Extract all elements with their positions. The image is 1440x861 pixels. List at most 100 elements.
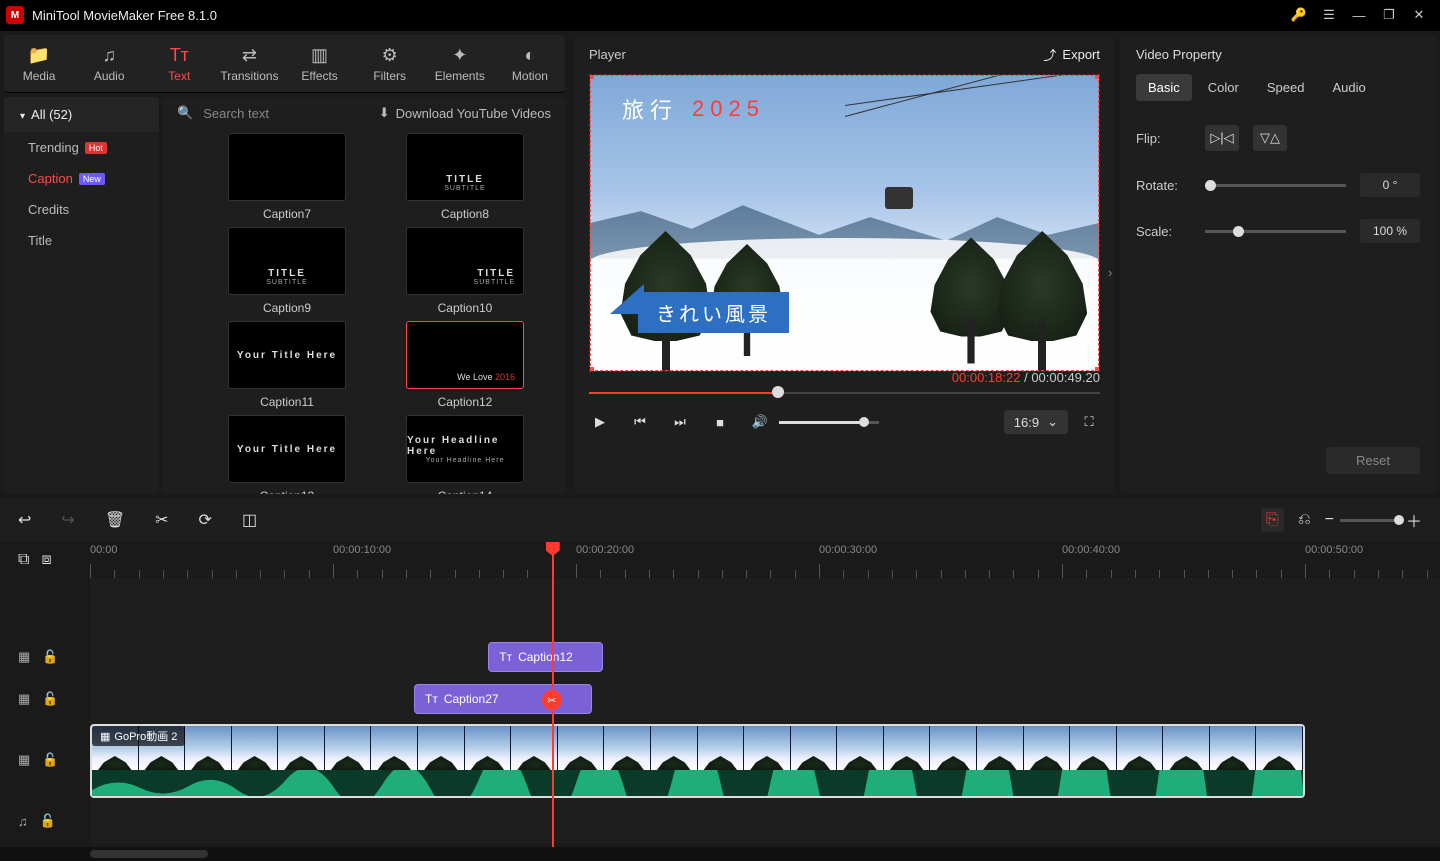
category-all[interactable]: ▾All (52) xyxy=(4,97,159,132)
lock-icon[interactable]: 🔓 xyxy=(42,691,58,707)
time-total: 00:00:49.20 xyxy=(1031,370,1100,385)
aspect-ratio-select[interactable]: 16:9⌄ xyxy=(1004,410,1068,434)
stop-button[interactable]: ■ xyxy=(709,415,731,430)
caption-card[interactable]: Your Headline HereYour Headline HereCapt… xyxy=(391,415,539,494)
tab-elements[interactable]: ✦Elements xyxy=(425,35,495,92)
snap-toggle[interactable]: ⎘ xyxy=(1261,508,1284,532)
tab-motion[interactable]: ◐Motion xyxy=(495,35,565,92)
crop-button[interactable]: ◫ xyxy=(242,510,257,530)
text-track-1[interactable]: TᴛCaption12 xyxy=(90,636,1440,678)
volume-icon[interactable]: 🔊 xyxy=(749,414,771,430)
fullscreen-button[interactable]: ⛶ xyxy=(1078,414,1100,430)
prev-frame-button[interactable]: ⏮ xyxy=(629,414,651,430)
selection-handle[interactable] xyxy=(589,367,594,372)
caption-card[interactable]: Your Title HereCaption11 xyxy=(213,321,361,409)
tab-filters[interactable]: ⚙Filters xyxy=(355,35,425,92)
collapse-props-icon[interactable]: › xyxy=(1108,265,1112,280)
tab-media[interactable]: 📁Media xyxy=(4,35,74,92)
timeline-content[interactable]: 00:0000:00:10:0000:00:20:0000:00:30:0000… xyxy=(90,542,1440,847)
caption-thumb[interactable]: TITLESUBTITLE xyxy=(228,227,346,295)
remove-track-button[interactable]: ⧈ xyxy=(41,551,51,569)
timeline-scrollbar[interactable] xyxy=(0,847,1440,861)
tab-transitions[interactable]: ⇄Transitions xyxy=(214,35,284,92)
timeline-ruler[interactable]: 00:0000:00:10:0000:00:20:0000:00:30:0000… xyxy=(90,542,1440,578)
caption-thumb[interactable]: TITLESUBTITLE xyxy=(406,133,524,201)
playhead[interactable]: ✂ xyxy=(552,542,554,847)
download-youtube-button[interactable]: ⬇Download YouTube Videos xyxy=(379,105,551,121)
caption-thumb[interactable]: Your Headline HereYour Headline Here xyxy=(406,415,524,483)
search-input[interactable]: Search text xyxy=(203,106,269,121)
download-youtube-label: Download YouTube Videos xyxy=(396,106,551,121)
zoom-in-button[interactable]: ＋ xyxy=(1406,508,1422,532)
lock-icon[interactable]: 🔓 xyxy=(40,813,56,829)
selection-handle[interactable] xyxy=(1095,74,1100,79)
overlay-banner[interactable]: きれい風景 xyxy=(610,292,789,333)
category-credits[interactable]: Credits xyxy=(4,194,159,225)
next-frame-button[interactable]: ⏭ xyxy=(669,414,691,430)
prop-tab-audio[interactable]: Audio xyxy=(1320,74,1377,101)
minimize-button[interactable]: — xyxy=(1344,0,1374,30)
caption-card[interactable]: TITLESUBTITLECaption8 xyxy=(391,133,539,221)
prop-tab-color[interactable]: Color xyxy=(1196,74,1251,101)
magnet-toggle[interactable]: ⎌ xyxy=(1298,511,1311,529)
player-preview[interactable]: 旅行 2025 きれい風景 xyxy=(589,74,1100,372)
clip-caption12[interactable]: TᴛCaption12 xyxy=(488,642,603,672)
caption-thumb[interactable]: TITLESUBTITLE xyxy=(406,227,524,295)
split-button[interactable]: ✂ xyxy=(155,510,168,530)
rotate-slider[interactable] xyxy=(1205,184,1346,187)
chevron-down-icon: ⌄ xyxy=(1047,414,1058,430)
flip-vertical-button[interactable]: ▽△ xyxy=(1253,125,1287,151)
caption-card[interactable]: We Love 2016Caption12 xyxy=(391,321,539,409)
upgrade-key-icon[interactable]: 🔑 xyxy=(1284,0,1314,30)
tab-text[interactable]: TᴛText xyxy=(144,35,214,92)
caption-thumb[interactable] xyxy=(228,133,346,201)
tab-label: Transitions xyxy=(220,69,278,83)
volume-slider[interactable] xyxy=(779,421,879,424)
caption-thumb[interactable]: We Love 2016 xyxy=(406,321,524,389)
clip-video[interactable]: ▦GoPro動画 2 xyxy=(90,724,1305,798)
category-title[interactable]: Title xyxy=(4,225,159,256)
tab-audio[interactable]: ♫Audio xyxy=(74,35,144,92)
empty-track[interactable] xyxy=(90,578,1440,636)
lock-icon[interactable]: 🔓 xyxy=(42,649,58,665)
clip-caption27[interactable]: TᴛCaption27 xyxy=(414,684,592,714)
rotate-value[interactable]: 0 ° xyxy=(1360,173,1420,197)
caption-thumb[interactable]: Your Title Here xyxy=(228,415,346,483)
search-icon: 🔍 xyxy=(177,105,193,121)
speed-button[interactable]: ⟳ xyxy=(199,510,212,530)
zoom-out-button[interactable]: − xyxy=(1325,511,1334,529)
caption-card[interactable]: TITLESUBTITLECaption10 xyxy=(391,227,539,315)
export-button[interactable]: ⤴ Export xyxy=(1043,45,1100,64)
zoom-slider[interactable] xyxy=(1340,519,1400,522)
text-track-2[interactable]: TᴛCaption27 xyxy=(90,678,1440,720)
add-track-button[interactable]: ⧉ xyxy=(18,551,29,569)
maximize-button[interactable]: ❐ xyxy=(1374,0,1404,30)
close-button[interactable]: ✕ xyxy=(1404,0,1434,30)
lock-icon[interactable]: 🔓 xyxy=(42,752,58,768)
undo-button[interactable]: ↩ xyxy=(18,510,31,530)
prop-tab-speed[interactable]: Speed xyxy=(1255,74,1317,101)
video-track[interactable]: ▦GoPro動画 2 xyxy=(90,720,1440,802)
caption-card[interactable]: Your Title HereCaption13 xyxy=(213,415,361,494)
play-button[interactable]: ▶ xyxy=(589,414,611,430)
scale-slider[interactable] xyxy=(1205,230,1346,233)
menu-icon[interactable]: ☰ xyxy=(1314,0,1344,30)
delete-button[interactable]: 🗑 xyxy=(105,510,125,530)
tab-effects[interactable]: ▥Effects xyxy=(285,35,355,92)
scale-value[interactable]: 100 % xyxy=(1360,219,1420,243)
overlay-title[interactable]: 旅行 2025 xyxy=(622,93,765,125)
selection-handle[interactable] xyxy=(589,74,594,79)
category-trending[interactable]: TrendingHot xyxy=(4,132,159,163)
category-caption[interactable]: CaptionNew xyxy=(4,163,159,194)
flip-horizontal-button[interactable]: ▷|◁ xyxy=(1205,125,1239,151)
seek-bar[interactable]: 00:00:18:22 / 00:00:49.20 xyxy=(589,390,1100,396)
prop-tab-basic[interactable]: Basic xyxy=(1136,74,1192,101)
caption-card[interactable]: TITLESUBTITLECaption9 xyxy=(213,227,361,315)
caption-card[interactable]: Caption7 xyxy=(213,133,361,221)
reset-button[interactable]: Reset xyxy=(1326,447,1420,474)
scale-label: Scale: xyxy=(1136,224,1191,239)
audio-track[interactable] xyxy=(90,802,1440,844)
banner-triangle-icon xyxy=(610,284,644,314)
caption-thumb[interactable]: Your Title Here xyxy=(228,321,346,389)
split-marker-icon[interactable]: ✂ xyxy=(542,690,562,710)
